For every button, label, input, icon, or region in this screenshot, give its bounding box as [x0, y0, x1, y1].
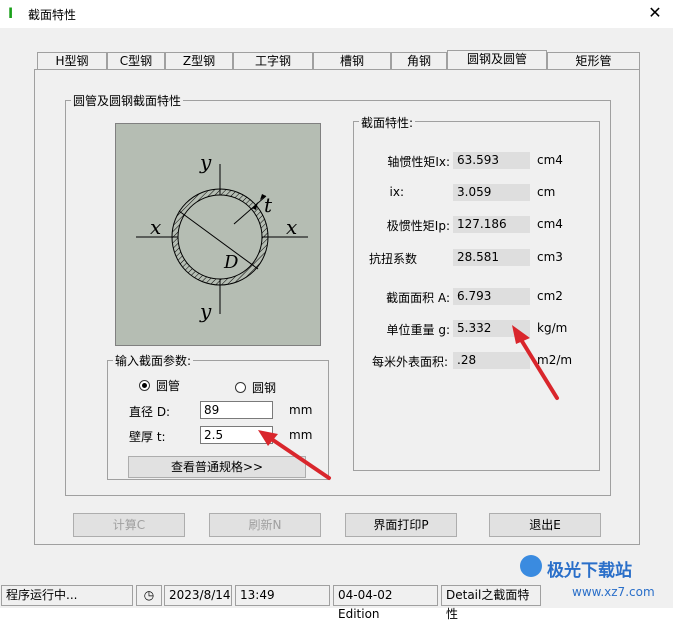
- status-edition: 04-04-02 Edition: [333, 585, 438, 621]
- print-button[interactable]: 界面打印P: [345, 513, 457, 537]
- watermark-text: 极光下载站: [547, 561, 632, 581]
- status-date: 2023/8/14: [164, 585, 232, 606]
- watermark-logo: [520, 555, 542, 577]
- clock-icon: ◷: [136, 585, 162, 606]
- exit-button[interactable]: 退出E: [489, 513, 601, 537]
- status-running: 程序运行中...: [1, 585, 133, 606]
- status-module: Detail之截面特性: [441, 585, 541, 621]
- watermark-url: www.xz7.com: [572, 585, 655, 599]
- refresh-button[interactable]: 刷新N: [209, 513, 321, 537]
- calculate-button[interactable]: 计算C: [73, 513, 185, 537]
- status-time: 13:49: [235, 585, 330, 606]
